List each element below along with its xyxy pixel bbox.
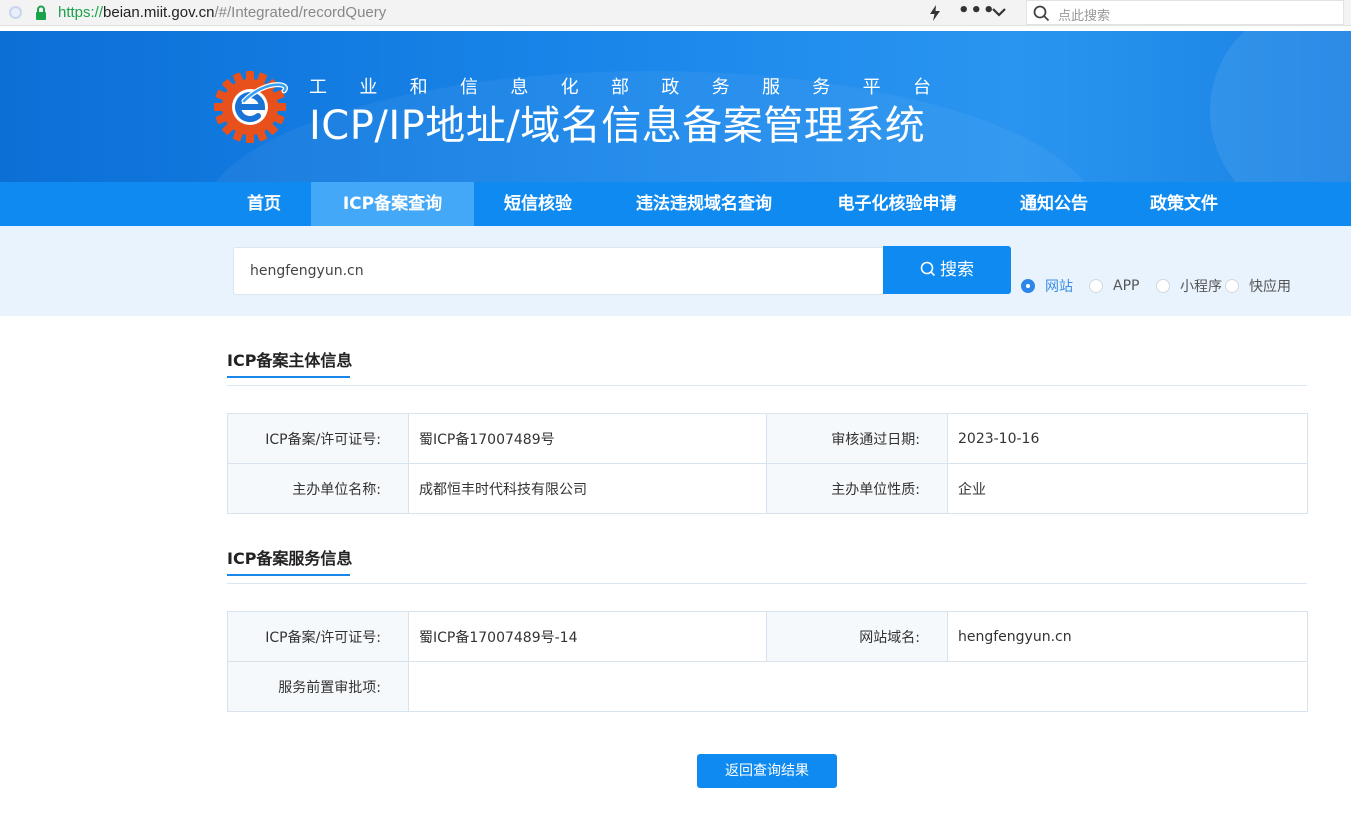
nav-item-notices[interactable]: 通知公告 xyxy=(988,182,1120,226)
banner-subtitle: 工业和信息化部政务服务平台 xyxy=(309,77,931,99)
main-nav: 首页 ICP备案查询 短信核验 违法违规域名查询 电子化核验申请 通知公告 政策… xyxy=(0,182,1351,226)
radio-dot xyxy=(1089,279,1103,293)
url-host: beian.miit.gov.cn xyxy=(103,4,215,21)
radio-label: 快应用 xyxy=(1249,279,1291,295)
radio-app[interactable]: APP xyxy=(1089,277,1139,295)
org-name-label: 主办单位名称: xyxy=(227,463,409,514)
radio-quick-app[interactable]: 快应用 xyxy=(1225,277,1291,295)
table-row: 服务前置审批项: xyxy=(227,661,1308,712)
banner-subtitle-char: 业 xyxy=(359,77,378,98)
banner-subtitle-char: 息 xyxy=(510,77,529,98)
banner-subtitle-char: 政 xyxy=(661,77,680,98)
url-path: /#/Integrated/recordQuery xyxy=(214,4,387,21)
radio-mini-program[interactable]: 小程序 xyxy=(1156,277,1222,295)
approve-date-value: 2023-10-16 xyxy=(947,413,1308,464)
radio-dot xyxy=(1021,279,1035,293)
lightning-icon[interactable] xyxy=(927,4,943,22)
org-name-value: 成都恒丰时代科技有限公司 xyxy=(408,463,767,514)
service-license-value: 蜀ICP备17007489号-14 xyxy=(408,611,767,662)
radio-label: 网站 xyxy=(1045,279,1073,295)
url-scheme: https:// xyxy=(58,4,104,21)
nav-item-icp-query[interactable]: ICP备案查询 xyxy=(311,182,474,226)
search-input[interactable]: hengfengyun.cn xyxy=(233,247,884,295)
domain-value: hengfengyun.cn xyxy=(947,611,1308,662)
search-area: hengfengyun.cn 搜索 网站 APP 小程序 快应用 xyxy=(0,226,1351,316)
address-bar[interactable]: https://beian.miit.gov.cn/#/Integrated/r… xyxy=(58,3,386,23)
pre-approval-label: 服务前置审批项: xyxy=(227,661,409,712)
site-banner: 工 业 和 信 息 化 部 政 务 服 务 平 台 ICP/IP地址/域名信息备案管理系统 xyxy=(0,31,1351,182)
table-row: 主办单位名称: 成都恒丰时代科技有限公司 主办单位性质: 企业 xyxy=(227,463,1308,514)
radio-label: 小程序 xyxy=(1180,279,1222,295)
radio-dot xyxy=(1156,279,1170,293)
section-underline xyxy=(227,574,350,576)
service-info-table: ICP备案/许可证号: 蜀ICP备17007489号-14 网站域名: heng… xyxy=(227,611,1308,712)
section-divider xyxy=(227,583,1307,584)
section-title-subject-info: ICP备案主体信息 xyxy=(227,351,353,370)
approve-date-label: 审核通过日期: xyxy=(766,413,948,464)
banner-subtitle-char: 务 xyxy=(812,77,831,98)
nav-item-home[interactable]: 首页 xyxy=(218,182,310,226)
search-icon xyxy=(1033,5,1050,22)
banner-subtitle-char: 务 xyxy=(711,77,730,98)
banner-subtitle-char: 平 xyxy=(862,77,881,98)
banner-subtitle-char: 工 xyxy=(309,77,327,98)
banner-subtitle-char: 和 xyxy=(409,77,428,98)
more-icon[interactable]: ••• xyxy=(958,0,996,22)
browser-toolbar: https://beian.miit.gov.cn/#/Integrated/r… xyxy=(0,0,1351,26)
org-type-value: 企业 xyxy=(947,463,1308,514)
radio-label: APP xyxy=(1113,278,1140,294)
nav-item-sms-verify[interactable]: 短信核验 xyxy=(475,182,601,226)
banner-subtitle-char: 信 xyxy=(459,77,478,98)
section-divider xyxy=(227,385,1307,386)
section-underline xyxy=(227,376,350,378)
pre-approval-value xyxy=(408,661,1308,712)
radio-dot xyxy=(1225,279,1239,293)
banner-title: ICP/IP地址/域名信息备案管理系统 xyxy=(309,103,926,149)
back-to-results-button[interactable]: 返回查询结果 xyxy=(697,754,837,788)
chevron-down-icon[interactable] xyxy=(991,6,1007,18)
search-icon xyxy=(920,261,936,277)
domain-label: 网站域名: xyxy=(766,611,948,662)
nav-item-e-verify-apply[interactable]: 电子化核验申请 xyxy=(807,182,987,226)
banner-subtitle-char: 台 xyxy=(912,77,931,98)
search-button[interactable]: 搜索 xyxy=(883,246,1011,294)
banner-subtitle-char: 部 xyxy=(610,77,629,98)
banner-subtitle-char: 服 xyxy=(761,77,780,98)
browser-search-placeholder: 点此搜索 xyxy=(1058,9,1111,24)
table-row: ICP备案/许可证号: 蜀ICP备17007489号 审核通过日期: 2023-… xyxy=(227,413,1308,464)
subject-info-table: ICP备案/许可证号: 蜀ICP备17007489号 审核通过日期: 2023-… xyxy=(227,413,1308,514)
table-row: ICP备案/许可证号: 蜀ICP备17007489号-14 网站域名: heng… xyxy=(227,611,1308,662)
service-license-label: ICP备案/许可证号: xyxy=(227,611,409,662)
org-type-label: 主办单位性质: xyxy=(766,463,948,514)
nav-item-illegal-domain-query[interactable]: 违法违规域名查询 xyxy=(602,182,806,226)
search-button-label: 搜索 xyxy=(940,260,974,280)
section-title-service-info: ICP备案服务信息 xyxy=(227,549,353,568)
site-globe-icon xyxy=(9,6,22,19)
browser-search-box[interactable]: 点此搜索 xyxy=(1026,0,1344,25)
radio-website[interactable]: 网站 xyxy=(1021,277,1073,295)
banner-decoration xyxy=(1210,31,1351,182)
nav-item-policy-docs[interactable]: 政策文件 xyxy=(1121,182,1247,226)
miit-gear-logo-icon[interactable] xyxy=(214,69,292,145)
license-value: 蜀ICP备17007489号 xyxy=(408,413,767,464)
banner-subtitle-char: 化 xyxy=(560,77,579,98)
license-label: ICP备案/许可证号: xyxy=(227,413,409,464)
lock-icon xyxy=(36,5,46,20)
